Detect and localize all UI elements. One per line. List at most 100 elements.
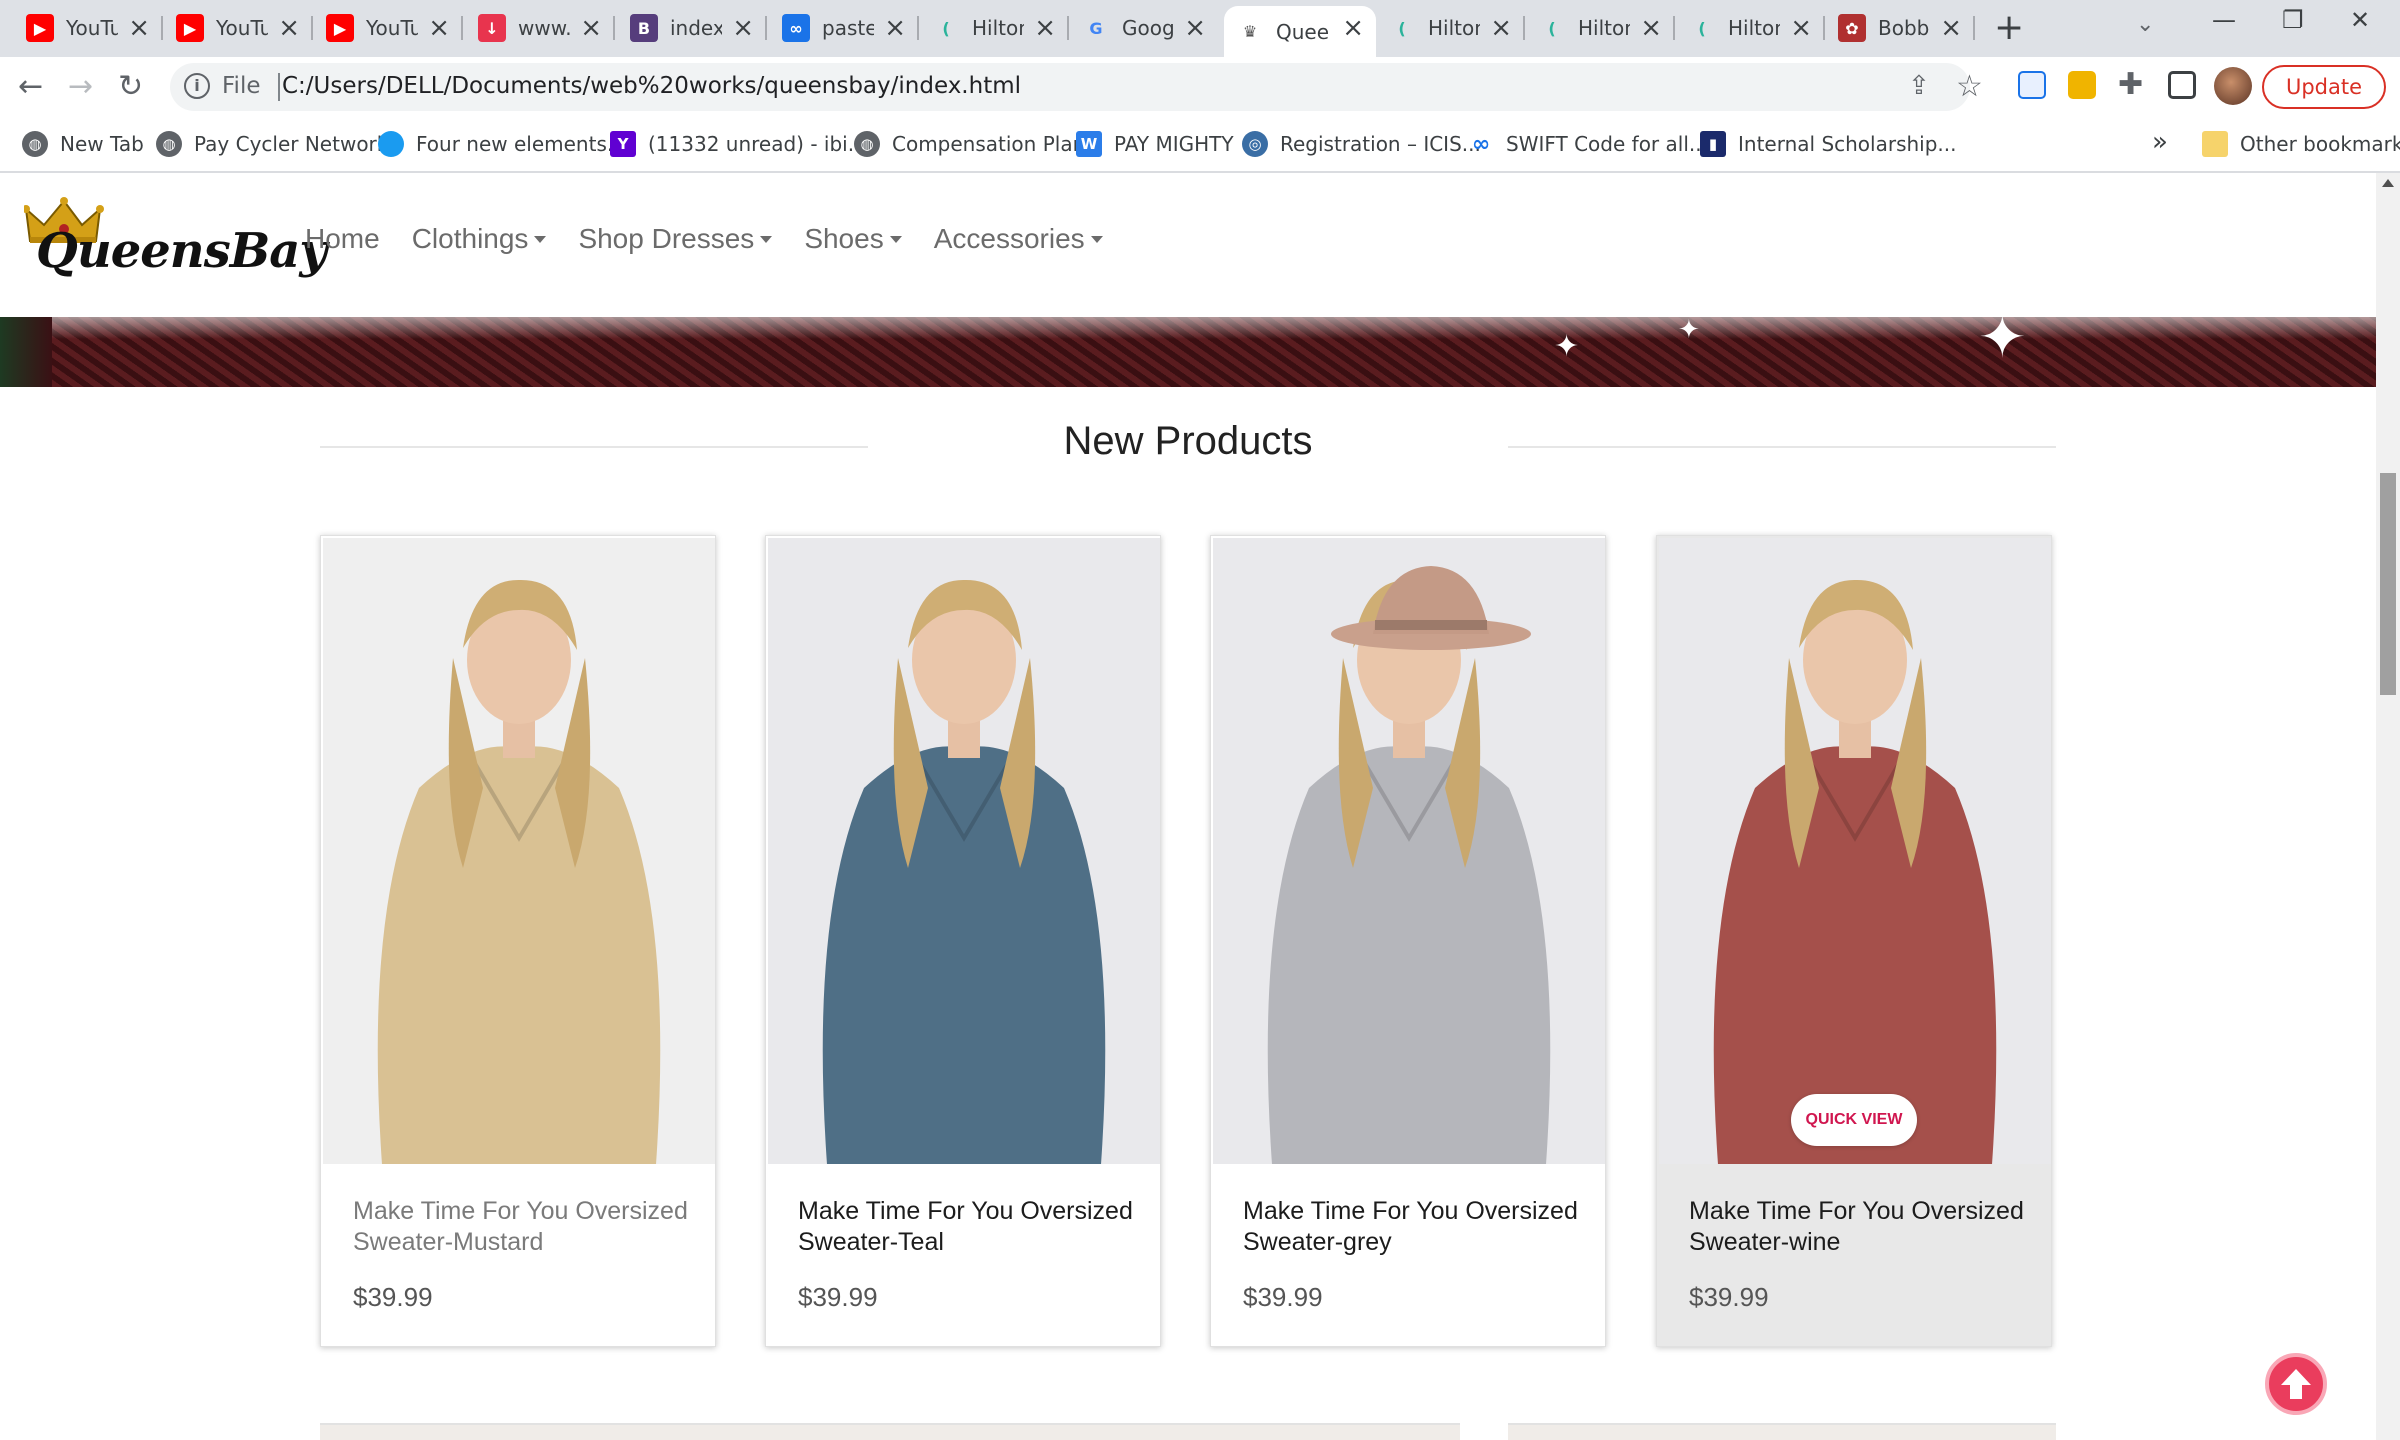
product-name[interactable]: Make Time For You Oversized Sweater-Must…: [353, 1196, 703, 1258]
close-tab-icon[interactable]: ×: [1790, 14, 1812, 42]
close-tab-icon[interactable]: ×: [580, 14, 602, 42]
close-tab-icon[interactable]: ×: [1940, 14, 1962, 42]
close-tab-icon[interactable]: ×: [1034, 14, 1056, 42]
caret-down-icon: [534, 235, 547, 243]
close-tab-icon[interactable]: ×: [884, 14, 906, 42]
google-icon: G: [1089, 18, 1103, 38]
scroll-up-icon[interactable]: [2382, 179, 2394, 187]
product-image[interactable]: [323, 538, 715, 1164]
address-bar[interactable]: i File C:/Users/DELL/Documents/web%20wor…: [170, 63, 1970, 111]
update-button[interactable]: Update: [2262, 65, 2386, 109]
reload-icon[interactable]: ↻: [118, 67, 143, 107]
browser-tab[interactable]: ▶ YouTube ×: [314, 6, 463, 50]
yahoo-icon: Y: [610, 131, 636, 157]
product-name[interactable]: Make Time For You Oversized Sweater-Teal: [798, 1196, 1148, 1258]
product-image[interactable]: [1659, 538, 2051, 1164]
browser-tab[interactable]: (Hilton ×: [1376, 6, 1525, 50]
site-info-icon[interactable]: i: [184, 73, 210, 99]
bookmarks-overflow-button[interactable]: »: [2152, 127, 2168, 157]
bookmark-item[interactable]: ◍ New Tab: [22, 129, 144, 159]
nav-link-accessories[interactable]: Accessories: [934, 223, 1103, 255]
close-tab-icon[interactable]: ×: [1184, 14, 1206, 42]
other-bookmarks[interactable]: Other bookmarks: [2202, 129, 2400, 159]
extension-wallet-icon[interactable]: [2068, 71, 2096, 99]
browser-tab[interactable]: ♛ Queen ×: [1224, 6, 1376, 57]
browser-tab[interactable]: ✿ Bobby ×: [1826, 6, 1975, 50]
share-icon[interactable]: ⇪: [1908, 71, 1930, 101]
bookmark-item[interactable]: ◎ Registration – ICIS...: [1242, 129, 1481, 159]
product-card[interactable]: Make Time For You Oversized Sweater-grey…: [1210, 535, 1606, 1347]
close-tab-icon[interactable]: ×: [1640, 14, 1662, 42]
logo-wordmark: QueensBay: [36, 223, 327, 279]
product-card[interactable]: Make Time For You Oversized Sweater-Must…: [320, 535, 716, 1347]
section-title: New Products: [1063, 419, 1313, 463]
tab-title: Queen: [1276, 19, 1328, 44]
product-name[interactable]: Make Time For You Oversized Sweater-wine: [1689, 1196, 2039, 1258]
scholarship-icon: ▮: [1700, 131, 1726, 157]
browser-tab[interactable]: Bindex ×: [618, 6, 767, 50]
bookmark-item[interactable]: ◍ Compensation Plan: [854, 129, 1085, 159]
product-card[interactable]: Make Time For You Oversized Sweater-Teal…: [765, 535, 1161, 1347]
bookmark-item[interactable]: ∞ SWIFT Code for all...: [1468, 129, 1708, 159]
new-tab-button[interactable]: +: [1994, 8, 2024, 48]
browser-tab[interactable]: ▶ YouTube ×: [164, 6, 313, 50]
close-tab-icon[interactable]: ×: [1342, 14, 1364, 42]
close-tab-icon[interactable]: ×: [428, 14, 450, 42]
extension-docs-icon[interactable]: [2018, 71, 2046, 99]
browser-tab[interactable]: (Hilton ×: [1526, 6, 1675, 50]
bookmark-item[interactable]: W PAY MIGHTY: [1076, 129, 1234, 159]
caret-down-icon: [889, 235, 902, 243]
browser-tab[interactable]: ( Hilton ×: [1676, 6, 1825, 50]
nav-link-clothings[interactable]: Clothings: [412, 223, 547, 255]
nav-link-shop-dresses[interactable]: Shop Dresses: [578, 223, 773, 255]
close-tab-icon[interactable]: ×: [1490, 14, 1512, 42]
close-tab-icon[interactable]: ×: [128, 14, 150, 42]
browser-toolbar: ← → ↻ i File C:/Users/DELL/Documents/web…: [0, 57, 2400, 117]
product-image[interactable]: [1213, 538, 1605, 1164]
minimize-icon[interactable]: —: [2212, 6, 2236, 34]
browser-tab[interactable]: ▶ YouTube ×: [14, 6, 163, 50]
product-card[interactable]: QUICK VIEW Make Time For You Oversized Sw…: [1656, 535, 2052, 1347]
w-icon: W: [1076, 131, 1102, 157]
site-logo[interactable]: QueensBay: [24, 197, 327, 293]
link-icon: ∞: [782, 14, 810, 42]
close-tab-icon[interactable]: ×: [278, 14, 300, 42]
browser-tab[interactable]: ↓ www.y ×: [466, 6, 615, 50]
bookmark-label: Four new elements...: [416, 132, 626, 156]
product-image[interactable]: [768, 538, 1160, 1164]
page-scrollbar[interactable]: [2376, 173, 2400, 1440]
bookmarks-bar: ◍ New Tab ◍ Pay Cycler Network Four new elem…: [0, 117, 2400, 173]
back-to-top-button[interactable]: [2265, 1353, 2327, 1415]
bookmark-item[interactable]: ◍ Pay Cycler Network: [156, 129, 388, 159]
browser-tab[interactable]: ∞ pastec ×: [770, 6, 919, 50]
tab-search-icon[interactable]: ⌄: [2136, 12, 2154, 37]
close-window-icon[interactable]: ✕: [2350, 6, 2370, 34]
url-text[interactable]: C:/Users/DELL/Documents/web%20works/quee…: [282, 73, 1021, 99]
bookmark-star-icon[interactable]: ☆: [1956, 67, 1983, 107]
youtube-icon: ▶: [176, 14, 204, 42]
sparkle-icon: ✦: [1678, 315, 1700, 345]
forward-icon[interactable]: →: [68, 67, 93, 107]
nav-link-shoes[interactable]: Shoes: [804, 223, 902, 255]
profile-avatar[interactable]: [2214, 67, 2252, 105]
product-name[interactable]: Make Time For You Oversized Sweater-grey: [1243, 1196, 1593, 1258]
caret-down-icon: [760, 235, 773, 243]
nav-link-label: Clothings: [411, 223, 529, 254]
hilton-icon: (: [1698, 18, 1706, 38]
scrollbar-thumb[interactable]: [2380, 473, 2396, 695]
tab-title: index: [670, 16, 722, 40]
back-icon[interactable]: ←: [18, 67, 43, 107]
nav-link-home[interactable]: Home: [305, 223, 380, 255]
bookmark-item[interactable]: Y (11332 unread) - ibi...: [610, 129, 867, 159]
quick-view-button[interactable]: QUICK VIEW: [1791, 1094, 1917, 1146]
close-tab-icon[interactable]: ×: [732, 14, 754, 42]
browser-tab[interactable]: (Hilton ×: [920, 6, 1069, 50]
bookmark-item[interactable]: ▮ Internal Scholarship...: [1700, 129, 1957, 159]
site-navbar: QueensBay Home Clothings Shop Dresses Shoes…: [0, 173, 2376, 317]
side-panel-icon[interactable]: [2168, 71, 2196, 99]
restore-icon[interactable]: ❐: [2282, 6, 2304, 34]
bookmark-item[interactable]: Four new elements...: [378, 129, 626, 159]
extensions-puzzle-icon[interactable]: ✚: [2118, 65, 2143, 105]
tab-title: Hilton: [1728, 16, 1780, 40]
browser-tab[interactable]: G Google ×: [1070, 6, 1218, 50]
